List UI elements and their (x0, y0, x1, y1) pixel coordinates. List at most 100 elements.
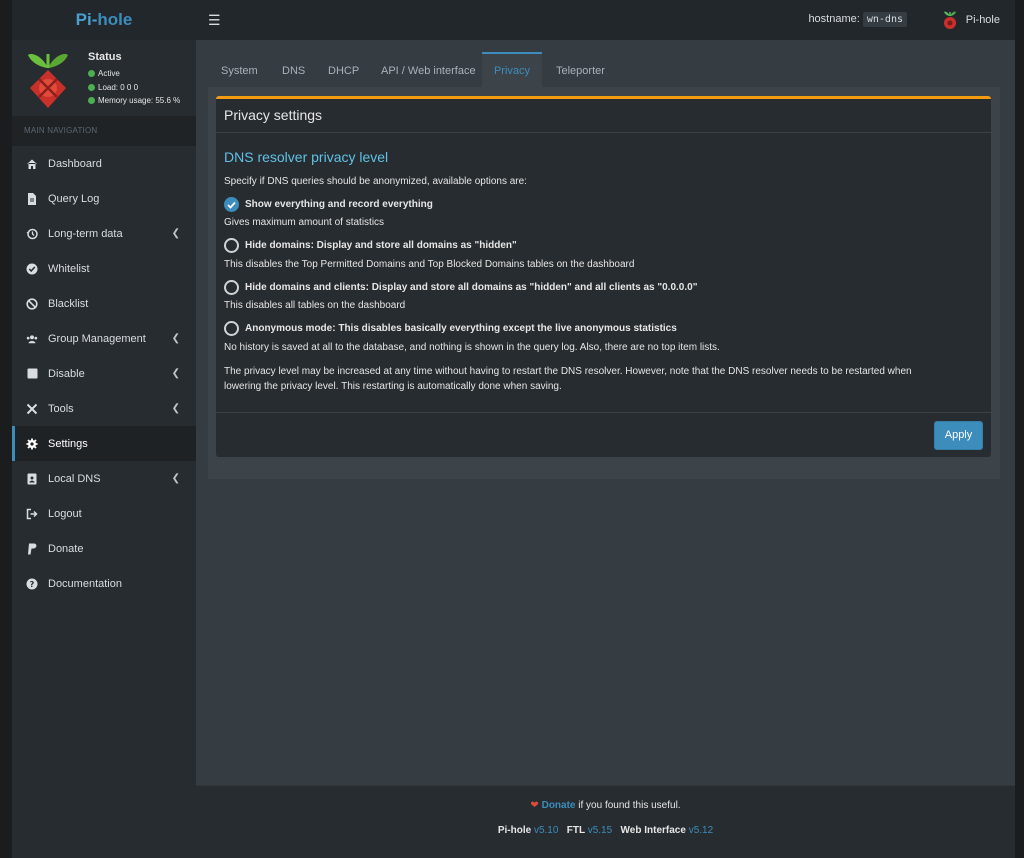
chevron-left-icon: ❮ (171, 473, 180, 484)
sidebar-item-label: Dashboard (48, 157, 102, 170)
chevron-left-icon: ❮ (171, 403, 180, 414)
stop-icon (26, 368, 38, 380)
privacy-option-show-everything[interactable]: Show everything and record everything (224, 197, 433, 212)
intro-text: Specify if DNS queries should be anonymi… (224, 176, 527, 187)
status-memory-label: Memory usage: 55.6 % (98, 96, 181, 105)
sidebar-item-blacklist[interactable]: Blacklist (12, 286, 196, 321)
sidebar-item-label: Group Management (48, 332, 146, 345)
users-icon (26, 333, 38, 345)
menu-toggle-icon[interactable]: ☰ (208, 12, 221, 29)
status-active-label: Active (98, 69, 120, 78)
settings-tab-container: System DNS DHCP API / Web interface Priv… (208, 52, 1000, 479)
nav-heading: MAIN NAVIGATION (12, 116, 196, 146)
sidebar-item-whitelist[interactable]: Whitelist (12, 251, 196, 286)
sidebar-item-tools[interactable]: Tools ❮ (12, 391, 196, 426)
logo[interactable]: Pi-hole (12, 0, 196, 40)
privacy-option-hide-domains-clients[interactable]: Hide domains and clients: Display and st… (224, 280, 697, 295)
status-active: Active (88, 69, 120, 78)
status-panel: Status Active Load: 0 0 0 Memory usage: … (12, 40, 196, 116)
footer-pihole-version[interactable]: v5.10 (534, 825, 558, 836)
status-load: Load: 0 0 0 (88, 83, 138, 92)
sidebar-item-label: Local DNS (48, 472, 101, 485)
settings-tabs: System DNS DHCP API / Web interface Priv… (208, 52, 1000, 89)
tab-privacy[interactable]: Privacy (482, 52, 542, 89)
ban-icon (26, 297, 38, 310)
footer-donate-line: ❤ Donate if you found this useful. (196, 800, 1015, 811)
sidebar-item-query-log[interactable]: Query Log (12, 181, 196, 216)
footer-ftl-label: FTL (566, 825, 585, 836)
sidebar-item-long-term-data[interactable]: Long-term data ❮ (12, 216, 196, 251)
sidebar-item-disable[interactable]: Disable ❮ (12, 356, 196, 391)
sidebar: Status Active Load: 0 0 0 Memory usage: … (12, 40, 196, 858)
pihole-logo-large-icon (28, 54, 68, 108)
footer-ftl-version[interactable]: v5.15 (588, 825, 612, 836)
status-load-label: Load: 0 0 0 (98, 83, 139, 92)
address-book-icon (26, 473, 38, 485)
radio-unchecked-icon[interactable] (224, 321, 239, 336)
sidebar-item-documentation[interactable]: ? Documentation (12, 566, 196, 601)
tab-dns[interactable]: DNS (282, 52, 305, 87)
option-label: Hide domains: Display and store all doma… (245, 240, 517, 251)
footer-donate-link[interactable]: Donate (542, 800, 576, 811)
privacy-option-anonymous-mode[interactable]: Anonymous mode: This disables basically … (224, 321, 677, 336)
sidebar-item-group-management[interactable]: Group Management ❮ (12, 321, 196, 356)
heart-icon: ❤ (530, 800, 539, 811)
history-icon (26, 228, 38, 240)
footer-pihole-label: Pi-hole (497, 825, 532, 836)
tab-dhcp[interactable]: DHCP (328, 52, 359, 87)
tab-teleporter[interactable]: Teleporter (556, 52, 605, 87)
status-dot-icon (88, 97, 95, 104)
gear-icon (26, 438, 38, 450)
hostname: hostname: wn-dns (808, 12, 907, 27)
radio-unchecked-icon[interactable] (224, 238, 239, 253)
hostname-label: hostname: (808, 13, 860, 25)
status-memory: Memory usage: 55.6 % (88, 96, 180, 105)
note-line-2: lowering the privacy level. This restart… (224, 381, 562, 392)
sidebar-item-donate[interactable]: Donate (12, 531, 196, 566)
sidebar-item-label: Settings (48, 437, 88, 450)
footer-web-label: Web Interface (620, 825, 686, 836)
option-description: Gives maximum amount of statistics (224, 217, 385, 228)
hostname-value: wn-dns (862, 12, 907, 27)
sidebar-item-label: Query Log (48, 192, 100, 205)
footer-versions: Pi-hole v5.10 FTL v5.15 Web Interface v5… (196, 825, 1015, 836)
option-description: This disables the Top Permitted Domains … (224, 259, 635, 270)
status-dot-icon (88, 70, 95, 77)
sidebar-item-local-dns[interactable]: Local DNS ❮ (12, 461, 196, 496)
option-label: Anonymous mode: This disables basically … (245, 323, 677, 334)
option-label: Hide domains and clients: Display and st… (245, 282, 698, 293)
chevron-left-icon: ❮ (171, 368, 180, 379)
chevron-left-icon: ❮ (171, 333, 180, 344)
option-description: This disables all tables on the dashboar… (224, 300, 406, 311)
user-menu[interactable]: Pi-hole (942, 10, 1000, 30)
svg-text:?: ? (30, 580, 35, 589)
privacy-option-hide-domains[interactable]: Hide domains: Display and store all doma… (224, 238, 517, 253)
chevron-left-icon: ❮ (171, 228, 180, 239)
status-title: Status (88, 51, 122, 63)
note-line-1: The privacy level may be increased at an… (224, 366, 912, 377)
footer: ❤ Donate if you found this useful. Pi-ho… (196, 785, 1015, 858)
footer-donate-text: if you found this useful. (575, 800, 681, 811)
logo-pi: Pi- (75, 10, 98, 29)
question-circle-icon: ? (26, 578, 38, 590)
home-icon (26, 158, 38, 170)
radio-checked-icon[interactable] (224, 197, 239, 212)
user-name: Pi-hole (965, 14, 1000, 26)
option-description: No history is saved at all to the databa… (224, 342, 720, 353)
sign-out-icon (26, 508, 38, 520)
footer-web-version[interactable]: v5.12 (689, 825, 713, 836)
privacy-settings-box: Privacy settings DNS resolver privacy le… (216, 96, 991, 457)
radio-unchecked-icon[interactable] (224, 280, 239, 295)
tab-system[interactable]: System (221, 52, 258, 87)
sidebar-item-logout[interactable]: Logout (12, 496, 196, 531)
sidebar-item-label: Whitelist (48, 262, 90, 275)
top-bar: ☰ hostname: wn-dns Pi-hole (196, 0, 1015, 40)
tab-api-web-interface[interactable]: API / Web interface (381, 52, 476, 87)
sidebar-item-label: Documentation (48, 577, 122, 590)
status-dot-icon (88, 84, 95, 91)
sidebar-item-settings[interactable]: Settings (12, 426, 196, 461)
tools-icon (26, 403, 38, 415)
sidebar-item-dashboard[interactable]: Dashboard (12, 146, 196, 181)
apply-button[interactable]: Apply (934, 421, 983, 450)
sidebar-item-label: Blacklist (48, 297, 89, 310)
